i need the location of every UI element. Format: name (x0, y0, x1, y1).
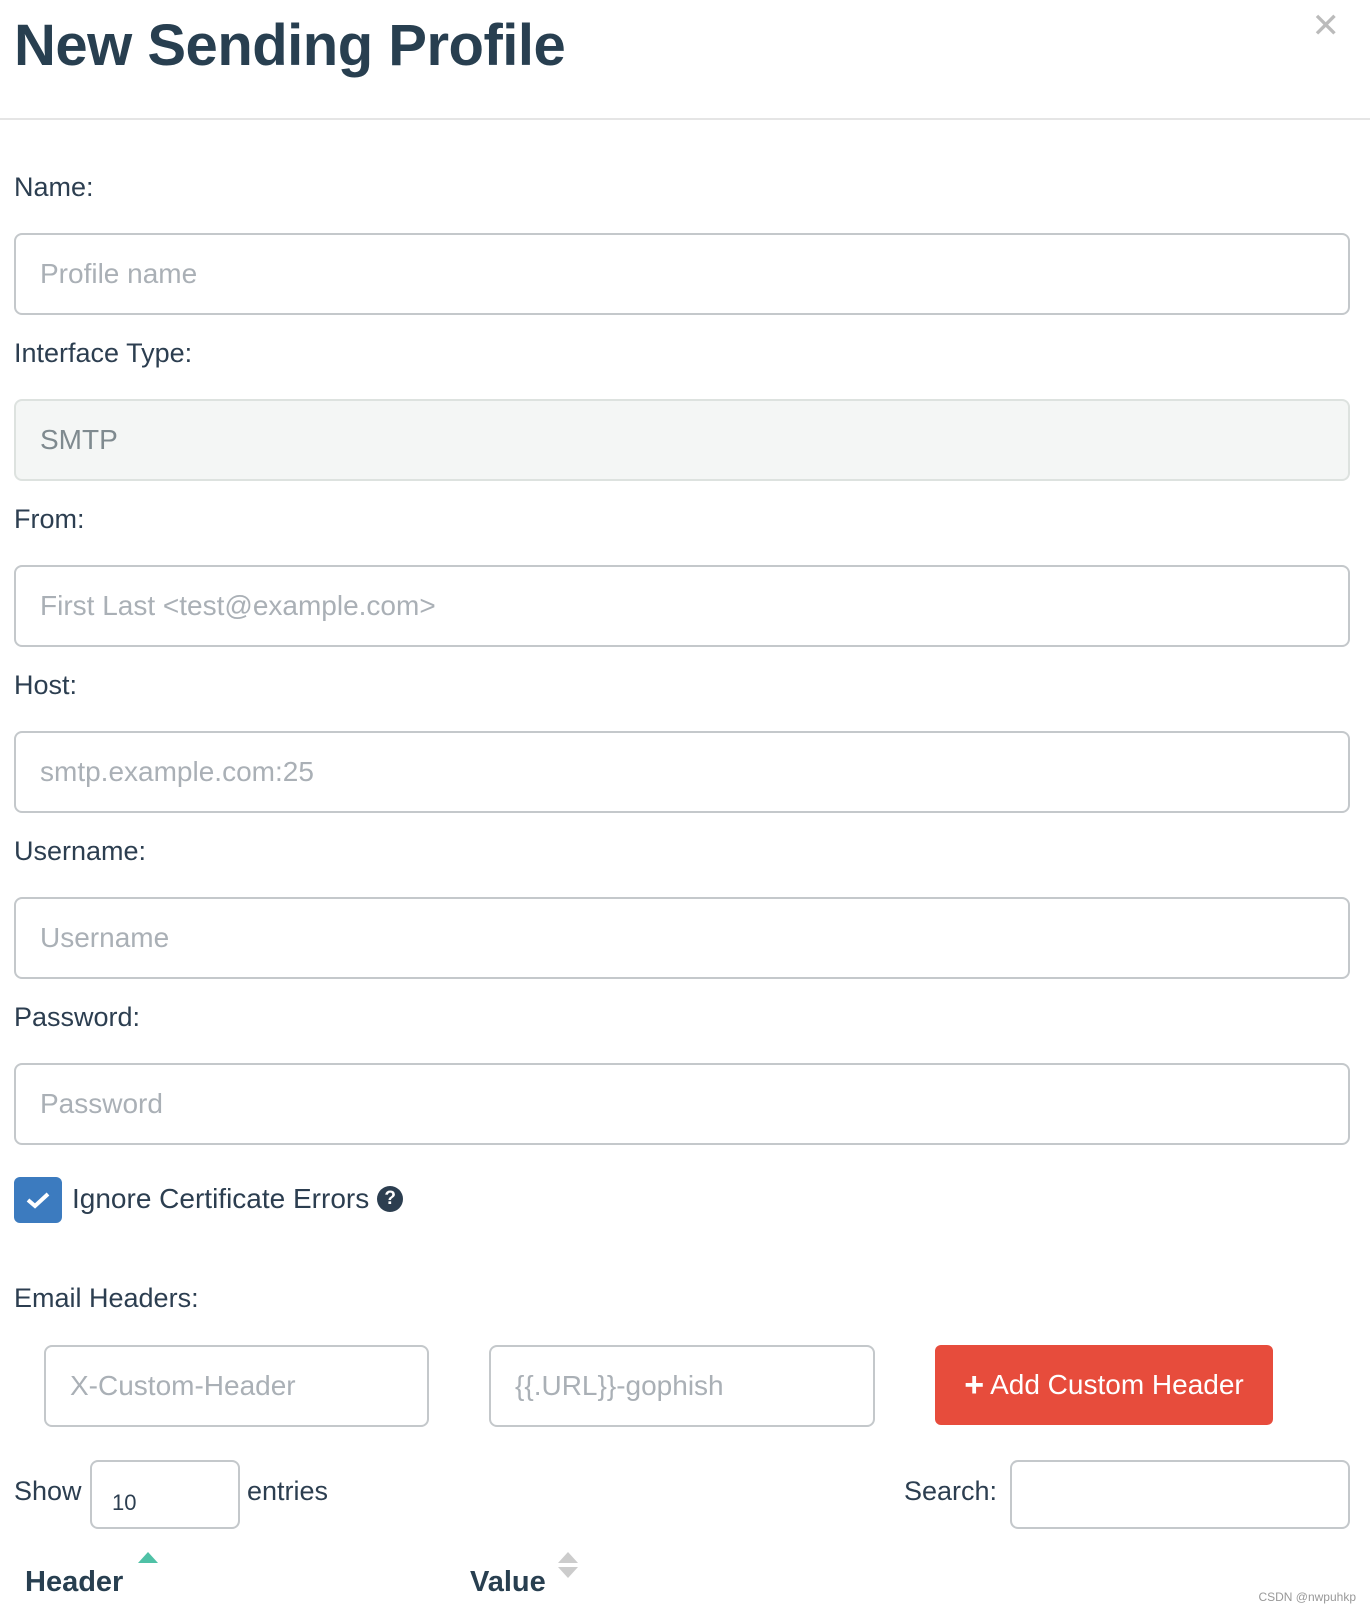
add-custom-header-button[interactable]: + Add Custom Header (935, 1345, 1273, 1425)
column-header-value[interactable]: Value (470, 1566, 546, 1599)
close-icon[interactable]: ✕ (1312, 6, 1341, 46)
search-input[interactable] (1010, 1460, 1350, 1529)
interface-type-label: Interface Type: (14, 338, 193, 368)
name-input[interactable] (14, 233, 1350, 315)
add-custom-header-label: Add Custom Header (990, 1369, 1244, 1400)
username-input[interactable] (14, 897, 1350, 979)
username-label: Username: (14, 836, 147, 866)
check-icon (26, 1192, 50, 1209)
custom-header-value-input[interactable] (489, 1345, 875, 1427)
password-label: Password: (14, 1002, 141, 1032)
entries-select[interactable]: 10 (90, 1460, 240, 1529)
ignore-cert-label: Ignore Certificate Errors (72, 1183, 370, 1214)
divider (0, 118, 1370, 120)
host-label: Host: (14, 670, 78, 700)
interface-type-select: SMTP (14, 399, 1350, 481)
custom-header-input[interactable] (44, 1345, 429, 1427)
modal-title: New Sending Profile (14, 13, 566, 78)
search-label: Search: (904, 1476, 998, 1506)
from-input[interactable] (14, 565, 1350, 647)
email-headers-label: Email Headers: (14, 1283, 199, 1313)
sort-down-icon (558, 1567, 578, 1578)
help-icon[interactable]: ? (377, 1186, 404, 1212)
ignore-cert-label-row: Ignore Certificate Errors ? (72, 1183, 404, 1215)
watermark: CSDN @nwpuhkp (1258, 1590, 1356, 1604)
password-input[interactable] (14, 1063, 1350, 1145)
from-label: From: (14, 504, 85, 534)
column-header-header[interactable]: Header (25, 1566, 123, 1599)
sort-up-icon (558, 1552, 578, 1563)
plus-icon: + (964, 1365, 985, 1404)
sort-asc-icon (138, 1552, 158, 1563)
host-input[interactable] (14, 731, 1350, 813)
ignore-cert-checkbox[interactable] (14, 1177, 62, 1223)
name-label: Name: (14, 172, 94, 202)
show-label: Show (14, 1476, 82, 1506)
entries-label: entries (247, 1476, 329, 1506)
